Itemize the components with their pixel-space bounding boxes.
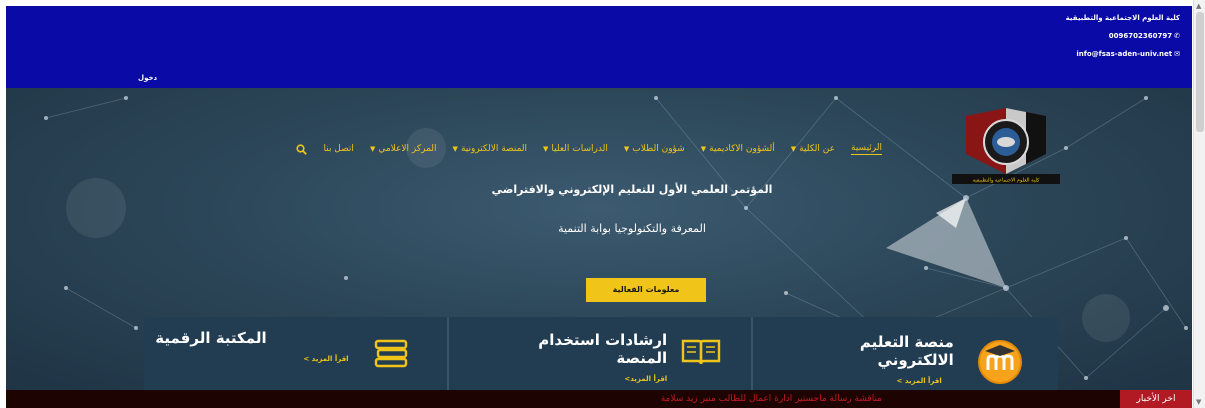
nav-item-about[interactable]: عن الكلية ▼: [791, 144, 835, 154]
nav-label: المركز الاعلامي: [378, 144, 437, 154]
hero-subline: المعرفة والتكنولوجيا بوابة التنمية: [558, 222, 706, 235]
news-ticker: مناقشة رسالة ماجستير ادارة اعمال للطالب …: [6, 390, 1192, 408]
hero-banner: كلية العلوم الاجتماعية والتطبيقية الرئيس…: [6, 88, 1192, 390]
moodle-icon: [978, 340, 1023, 384]
chevron-down-icon: ▼: [369, 145, 376, 153]
chevron-down-icon: ▼: [543, 145, 549, 153]
scroll-down-icon[interactable]: ▼: [1196, 398, 1201, 406]
nav-item-contact[interactable]: اتصل بنا: [323, 144, 353, 154]
event-info-button[interactable]: معلومات الفعالية: [586, 278, 706, 302]
hero-headline: المؤتمر العلمي الأول للتعليم الإلكتروني …: [491, 183, 773, 196]
nav-label: الرئيسية: [851, 143, 882, 153]
book-icon: [681, 339, 720, 365]
nav-item-students[interactable]: شؤون الطلاب ▼: [624, 144, 685, 154]
contact-info: كلية العلوم الاجتماعية والتطبيقية ✆00967…: [1066, 14, 1180, 68]
college-logo[interactable]: كلية العلوم الاجتماعية والتطبيقية: [950, 108, 1062, 186]
nav-label: اتصل بنا: [323, 144, 354, 154]
search-icon[interactable]: [296, 143, 308, 155]
login-link[interactable]: دخول: [138, 74, 157, 82]
read-more-link[interactable]: اقرأ المزيد >: [303, 355, 348, 363]
nav-item-postgraduate[interactable]: الدراسات العليا ▼: [543, 144, 608, 154]
main-nav: الرئيسية عن الكلية ▼ ألشؤون الاكاديمية ▼ ش…: [296, 143, 882, 155]
panel-title: ارشادات استخدام: [538, 331, 668, 349]
ticker-label: اخر الأخبار: [1120, 390, 1192, 408]
panel-title-line2: الالكتروني: [877, 351, 954, 369]
panel-title: المكتبة الرقمية: [155, 329, 267, 347]
service-panels: المكتبة الرقمية اقرأ المزيد > ارشادات اس…: [144, 317, 1058, 390]
chevron-down-icon: ▼: [790, 145, 797, 153]
nav-item-media[interactable]: المركز الاعلامي ▼: [370, 144, 437, 154]
books-stack-icon: [374, 339, 408, 368]
nav-label: المنصة الالكترونية: [460, 144, 528, 154]
panel-platform-guide[interactable]: ارشادات استخدام المنصة اقرأ المزيد>: [448, 317, 754, 390]
email-address[interactable]: info@fsas-aden-univ.net: [1076, 50, 1172, 58]
read-more-link[interactable]: اقرأ المزيد>: [624, 375, 667, 383]
nav-item-academic[interactable]: ألشؤون الاكاديمية ▼: [701, 144, 775, 154]
nav-item-home[interactable]: الرئيسية: [851, 143, 882, 155]
nav-item-elearning[interactable]: المنصة الالكترونية ▼: [453, 144, 527, 154]
panel-title-line2: المنصة: [616, 349, 668, 367]
nav-label: شؤون الطلاب: [632, 144, 685, 154]
panel-digital-library[interactable]: المكتبة الرقمية اقرأ المزيد >: [144, 317, 449, 390]
phone-number[interactable]: 0096702360797: [1109, 32, 1172, 40]
nav-label: ألشؤون الاكاديمية: [709, 144, 775, 154]
ticker-news-item[interactable]: مناقشة رسالة ماجستير ادارة اعمال للطالب …: [661, 390, 882, 408]
chevron-down-icon: ▼: [452, 145, 458, 153]
page-scrollbar[interactable]: ▲ ▼: [1193, 0, 1205, 408]
email-icon: ✉: [1174, 50, 1180, 58]
panel-title: منصة التعليم: [859, 333, 954, 351]
phone-line[interactable]: ✆0096702360797: [1066, 32, 1180, 41]
read-more-link[interactable]: اقرأ المزيد >: [897, 377, 942, 385]
panel-elearning[interactable]: منصة التعليم الالكتروني اقرأ المزيد >: [753, 317, 1058, 390]
nav-label: الدراسات العليا: [551, 144, 608, 154]
chevron-down-icon: ▼: [623, 145, 630, 153]
nav-label: عن الكلية: [799, 144, 835, 154]
top-bar: كلية العلوم الاجتماعية والتطبيقية ✆00967…: [6, 6, 1192, 88]
scrollbar-thumb[interactable]: [1196, 12, 1204, 132]
scroll-up-icon[interactable]: ▲: [1196, 2, 1201, 10]
phone-icon: ✆: [1174, 32, 1180, 40]
email-line[interactable]: ✉info@fsas-aden-univ.net: [1066, 50, 1180, 59]
chevron-down-icon: ▼: [700, 145, 707, 153]
college-name: كلية العلوم الاجتماعية والتطبيقية: [1065, 14, 1180, 22]
